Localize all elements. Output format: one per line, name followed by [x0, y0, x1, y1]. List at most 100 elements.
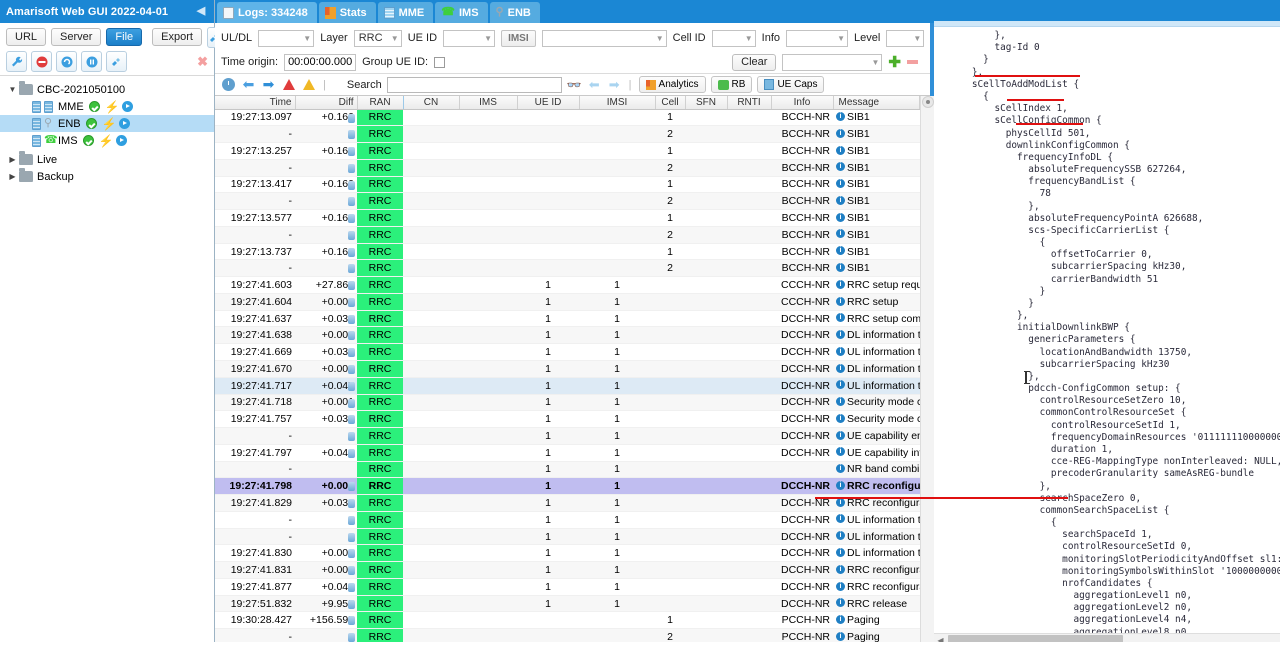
- prev-match-icon[interactable]: ⬅: [587, 77, 602, 92]
- cell-id-select[interactable]: ▼: [711, 29, 756, 47]
- table-row[interactable]: - RRC 2 BCCH-NR i SIB1: [215, 259, 920, 278]
- table-row[interactable]: 19:27:13.097 +0.160 RRC 1 BCCH-NR i SIB1: [215, 109, 920, 127]
- imsi-button[interactable]: IMSI: [501, 29, 536, 47]
- scroll-thumb[interactable]: [922, 96, 934, 108]
- stop-icon[interactable]: [31, 51, 52, 72]
- table-row[interactable]: 19:27:41.637 +0.033 RRC 1 1 DCCH-NR i RRC setup…: [215, 310, 920, 328]
- table-row[interactable]: 19:27:41.603 +27.866 RRC 1 1 CCCH-NR i RRC setu…: [215, 276, 920, 294]
- table-row[interactable]: 19:27:41.830 +0.001 RRC 1 1 DCCH-NR i DL inform…: [215, 544, 920, 563]
- arrow-left-icon[interactable]: ⬅: [241, 76, 256, 92]
- tab-logs[interactable]: Logs: 334248: [217, 2, 317, 23]
- table-row[interactable]: 19:27:41.829 +0.031 RRC 1 1 DCCH-NR i RRC recon…: [215, 494, 920, 512]
- tree-item-backup[interactable]: ▶ Backup: [0, 168, 214, 185]
- tree-item-cbc[interactable]: ▼ CBC-2021050100: [0, 81, 214, 98]
- log-vertical-scrollbar[interactable]: [920, 96, 934, 646]
- col-time[interactable]: Time: [215, 96, 296, 110]
- chevron-right-icon[interactable]: ▶: [6, 172, 19, 181]
- add-filter-icon[interactable]: ✚: [888, 55, 901, 70]
- time-origin-input[interactable]: 00:00:00.000: [284, 53, 357, 71]
- tree-item-enb[interactable]: ⚲ ENB ⚡: [0, 115, 214, 132]
- col-ran[interactable]: RAN: [356, 96, 404, 110]
- power-icon[interactable]: ⚡: [102, 118, 117, 130]
- col-imsi[interactable]: IMSI: [579, 96, 656, 110]
- col-rnti[interactable]: RNTI: [727, 96, 772, 110]
- table-row[interactable]: 19:27:13.577 +0.160 RRC 1 BCCH-NR i SIB1: [215, 209, 920, 227]
- table-row[interactable]: - RRC 11 DCCH-NRiUL information transfer: [215, 528, 920, 546]
- binoculars-icon[interactable]: 👓: [567, 78, 582, 92]
- pause-icon[interactable]: [81, 51, 102, 72]
- table-row[interactable]: 19:27:41.831 +0.001 RRC 1 1 DCCH-NR i RRC recon…: [215, 561, 920, 579]
- table-row[interactable]: - RRC 2 BCCH-NR i SIB1: [215, 192, 920, 211]
- tab-mme[interactable]: MME: [377, 2, 434, 23]
- table-row[interactable]: - RRC 2 BCCH-NR i SIB1: [215, 226, 920, 244]
- tree-item-live[interactable]: ▶ Live: [0, 151, 214, 168]
- wrench-icon[interactable]: [6, 51, 27, 72]
- play-icon[interactable]: [121, 101, 133, 112]
- table-row[interactable]: - RRC 11 DCCH-NRiUL information transfer: [215, 511, 920, 529]
- table-row[interactable]: 19:27:41.798 +0.001 RRC 1 1 DCCH-NR i RRC recon…: [215, 477, 920, 496]
- tab-stats[interactable]: Stats: [318, 2, 376, 23]
- analytics-button[interactable]: Analytics: [638, 76, 706, 93]
- chevron-down-icon[interactable]: ▼: [6, 85, 19, 94]
- group-ue-id-checkbox[interactable]: [434, 56, 446, 68]
- col-ims[interactable]: IMS: [459, 96, 518, 110]
- table-row[interactable]: 19:27:41.669 +0.031 RRC 1 1 DCCH-NR i UL inform…: [215, 343, 920, 361]
- table-row[interactable]: 19:27:41.797 +0.040 RRC 1 1 DCCH-NR i UE capabi…: [215, 444, 920, 462]
- next-match-icon[interactable]: ➡: [607, 77, 622, 92]
- tree-item-ims[interactable]: ☎ IMS ⚡: [0, 132, 214, 149]
- table-row[interactable]: - RRC 2 BCCH-NR i SIB1: [215, 159, 920, 177]
- chevron-right-icon[interactable]: ▶: [6, 155, 19, 164]
- export-button[interactable]: Export: [152, 28, 202, 46]
- table-row[interactable]: 19:27:13.257 +0.160 RRC 1 BCCH-NR i SIB1: [215, 142, 920, 160]
- col-message[interactable]: Message: [833, 96, 920, 110]
- table-row[interactable]: 19:30:28.427 +156.595 RRC 1 PCCH-NR i Paging: [215, 611, 920, 630]
- tree-item-mme[interactable]: MME ⚡: [0, 98, 214, 115]
- table-row[interactable]: 19:27:13.737 +0.160 RRC 1 BCCH-NR i SIB1: [215, 243, 920, 261]
- table-row[interactable]: 19:27:13.417 +0.160 RRC 1 BCCH-NR i SIB1: [215, 176, 920, 194]
- server-button[interactable]: Server: [51, 28, 102, 46]
- col-sfn[interactable]: SFN: [685, 96, 728, 110]
- table-row[interactable]: - RRC 2 BCCH-NR i SIB1: [215, 125, 920, 144]
- table-row[interactable]: 19:27:41.757 +0.039 RRC 1 1 DCCH-NR i Security …: [215, 410, 920, 429]
- error-triangle-icon[interactable]: [281, 77, 296, 92]
- tab-enb[interactable]: ⚲ ENB: [489, 2, 540, 23]
- power-icon[interactable]: ⚡: [99, 135, 114, 147]
- arrow-right-icon[interactable]: ➡: [261, 76, 276, 92]
- ul-dl-select[interactable]: ▼: [258, 29, 315, 47]
- remove-filter-icon[interactable]: [907, 60, 918, 64]
- col-cell[interactable]: Cell: [655, 96, 686, 110]
- col-cn[interactable]: CN: [403, 96, 460, 110]
- layer-select[interactable]: RRC ▼: [353, 29, 402, 47]
- play-icon[interactable]: [115, 135, 127, 146]
- table-row[interactable]: 19:27:41.717 +0.047 RRC 1 1 DCCH-NR i UL inform…: [215, 377, 920, 395]
- table-row[interactable]: 19:27:41.670 +0.001 RRC 1 1 DCCH-NR i DL inform…: [215, 360, 920, 378]
- tab-ims[interactable]: ☎ IMS: [435, 2, 488, 23]
- play-icon[interactable]: [118, 118, 130, 129]
- ue-caps-button[interactable]: UE Caps: [757, 76, 825, 93]
- col-ue-id[interactable]: UE ID: [517, 96, 580, 110]
- col-diff[interactable]: Diff: [295, 96, 358, 110]
- power-icon[interactable]: ⚡: [105, 101, 120, 113]
- imsi-select[interactable]: ▼: [541, 29, 667, 47]
- table-row[interactable]: 19:27:51.832 +9.955 RRC 1 1 DCCH-NR i RRC relea…: [215, 595, 920, 613]
- plug-icon-2[interactable]: [106, 51, 127, 72]
- chevron-left-icon[interactable]: ◀: [194, 4, 208, 19]
- table-row[interactable]: - RRC 11 DCCH-NRiUE capability enquiry: [215, 427, 920, 445]
- table-row[interactable]: 19:27:41.638 +0.001 RRC 1 1 DCCH-NR i DL inform…: [215, 326, 920, 345]
- detail-text[interactable]: }, tag-Id 0 } }, sCellToAddModList { { s…: [934, 27, 1280, 633]
- ue-id-select[interactable]: ▼: [443, 29, 496, 47]
- clear-button[interactable]: Clear: [732, 53, 777, 71]
- info-select[interactable]: ▼: [786, 29, 848, 47]
- col-info[interactable]: Info: [771, 96, 834, 110]
- warning-triangle-icon[interactable]: [301, 77, 316, 92]
- refresh-icon[interactable]: [56, 51, 77, 72]
- rb-button[interactable]: RB: [710, 76, 753, 93]
- file-button[interactable]: File: [106, 28, 143, 46]
- table-row[interactable]: 19:27:41.718 +0.001 RRC 1 1 DCCH-NR i Security …: [215, 394, 920, 412]
- close-icon[interactable]: ✖: [197, 54, 208, 70]
- clock-icon[interactable]: [221, 77, 236, 92]
- preset-select[interactable]: ▼: [782, 53, 883, 71]
- table-row[interactable]: 19:27:41.877 +0.046 RRC 1 1 DCCH-NR i RRC recon…: [215, 578, 920, 596]
- table-row[interactable]: 19:27:41.604 +0.001 RRC 1 1 CCCH-NR i RRC setup: [215, 293, 920, 311]
- search-input[interactable]: [386, 76, 562, 93]
